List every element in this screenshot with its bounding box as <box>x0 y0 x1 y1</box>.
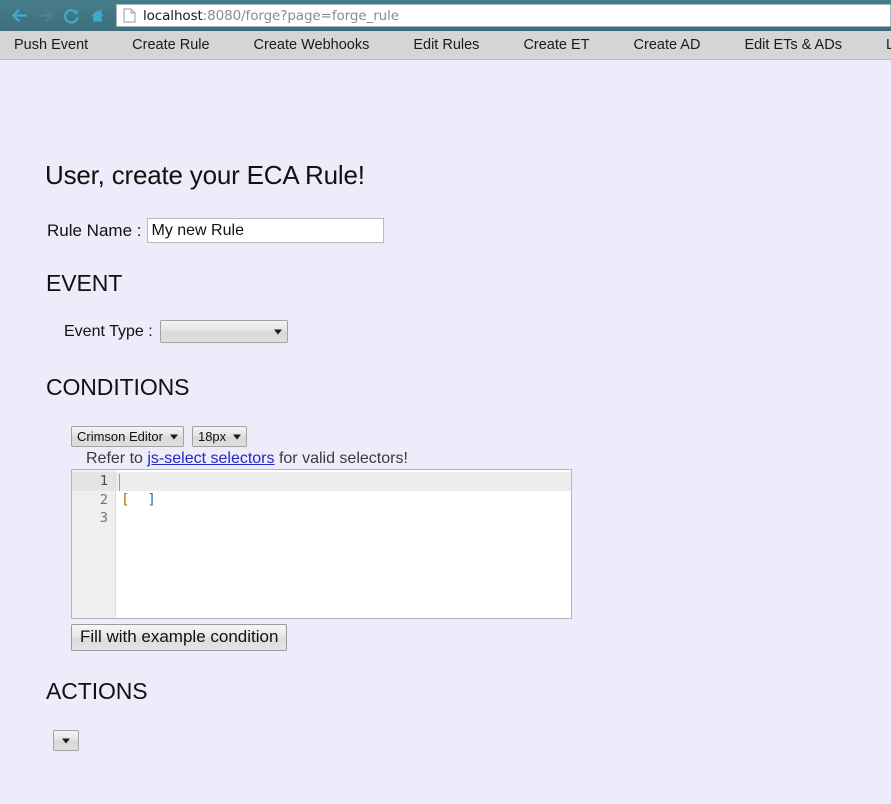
page-document-icon <box>123 8 136 23</box>
editor-fontsize-value: 18px <box>197 429 227 444</box>
forward-arrow-icon <box>36 7 55 24</box>
nav-item-create-rule[interactable]: Create Rule <box>132 37 209 53</box>
page-content: User, create your ECA Rule! Rule Name : … <box>0 60 891 804</box>
editor-fontsize-select[interactable]: 18px <box>191 426 248 447</box>
code-line[interactable] <box>116 509 571 528</box>
url-path: :8080/forge?page=forge_rule <box>202 7 399 24</box>
code-line[interactable] <box>116 472 571 491</box>
nav-item-create-et[interactable]: Create ET <box>523 37 589 53</box>
nav-item-logout[interactable]: Logout <box>886 37 891 53</box>
conditions-section-heading: CONDITIONS <box>46 374 190 400</box>
chevron-down-icon <box>62 738 70 743</box>
back-button[interactable] <box>6 3 32 29</box>
editor-gutter: 1 2 3 <box>72 470 116 618</box>
condition-code-editor[interactable]: 1 2 3 [ ] <box>71 469 572 619</box>
nav-item-create-ad[interactable]: Create AD <box>634 37 701 53</box>
bracket-close: ] <box>147 491 156 508</box>
reload-icon <box>62 7 81 25</box>
url-host: localhost <box>143 7 203 24</box>
gutter-line-number: 2 <box>99 491 108 508</box>
url-text: localhost:8080/forge?page=forge_rule <box>143 8 399 24</box>
refer-suffix: for valid selectors! <box>274 450 408 467</box>
fill-example-condition-button[interactable]: Fill with example condition <box>71 624 288 651</box>
rule-name-row: Rule Name : <box>47 218 385 243</box>
code-line[interactable]: [ ] <box>116 491 571 510</box>
action-type-select[interactable] <box>53 730 79 751</box>
text-caret <box>119 474 120 491</box>
rule-name-input[interactable] <box>147 218 385 243</box>
home-icon <box>88 7 107 25</box>
browser-toolbar: localhost:8080/forge?page=forge_rule <box>0 0 891 31</box>
forward-button[interactable] <box>32 3 58 29</box>
nav-item-edit-ets-ads[interactable]: Edit ETs & ADs <box>744 37 842 53</box>
refer-prefix: Refer to <box>86 450 148 467</box>
bracket-gap <box>130 492 147 508</box>
bracket-open: [ <box>121 491 130 508</box>
back-arrow-icon <box>10 7 29 24</box>
event-type-label: Event Type : <box>64 322 153 340</box>
reload-button[interactable] <box>58 3 84 29</box>
event-type-select[interactable] <box>159 320 288 343</box>
editor-code-area[interactable]: [ ] <box>116 470 571 618</box>
rule-name-label: Rule Name : <box>47 220 142 240</box>
editor-toolbar: Crimson Editor 18px <box>71 426 248 447</box>
gutter-line-number: 3 <box>99 510 108 526</box>
event-type-row: Event Type : <box>64 320 288 343</box>
site-navigation-bar: Push Event Create Rule Create Webhooks E… <box>0 31 891 60</box>
chevron-down-icon <box>169 434 178 439</box>
js-select-selectors-link[interactable]: js-select selectors <box>147 450 274 467</box>
chevron-down-icon <box>273 329 282 334</box>
gutter-line-number: 1 <box>72 472 115 491</box>
home-button[interactable] <box>84 3 110 29</box>
nav-item-edit-rules[interactable]: Edit Rules <box>413 37 479 53</box>
nav-item-create-webhooks[interactable]: Create Webhooks <box>254 37 370 53</box>
selector-help-text: Refer to js-select selectors for valid s… <box>86 450 408 468</box>
url-bar[interactable]: localhost:8080/forge?page=forge_rule <box>116 4 891 27</box>
editor-theme-select[interactable]: Crimson Editor <box>71 426 184 447</box>
page-title: User, create your ECA Rule! <box>45 160 365 190</box>
editor-theme-value: Crimson Editor <box>77 429 163 444</box>
actions-section-heading: ACTIONS <box>46 678 148 704</box>
event-section-heading: EVENT <box>46 270 123 296</box>
chevron-down-icon <box>233 434 242 439</box>
nav-item-push-event[interactable]: Push Event <box>14 37 88 53</box>
